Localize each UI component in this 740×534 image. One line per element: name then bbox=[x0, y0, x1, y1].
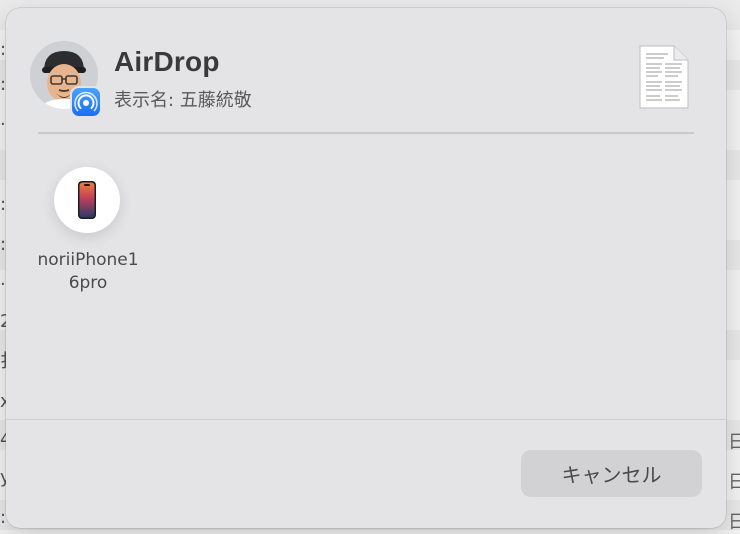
bg-fragment: 日 bbox=[728, 512, 740, 533]
device-circle[interactable] bbox=[54, 167, 120, 233]
bg-fragment: 日 bbox=[728, 472, 740, 493]
header-divider bbox=[38, 132, 694, 134]
text-document-icon bbox=[638, 44, 690, 110]
airdrop-dialog: AirDrop 表示名: 五藤統敬 noriiPhone16pro キャンセル bbox=[6, 8, 726, 528]
airdrop-icon bbox=[72, 88, 100, 116]
footer-divider bbox=[6, 419, 726, 420]
cancel-button[interactable]: キャンセル bbox=[521, 450, 702, 497]
airdrop-device-target[interactable]: noriiPhone16pro bbox=[36, 163, 140, 303]
dialog-title: AirDrop bbox=[114, 46, 220, 77]
bg-fragment: 日 bbox=[728, 432, 740, 453]
display-name: 表示名: 五藤統敬 bbox=[114, 90, 252, 111]
dialog-header: AirDrop 表示名: 五藤統敬 bbox=[6, 8, 726, 133]
iphone-icon bbox=[78, 181, 96, 219]
device-name: noriiPhone16pro bbox=[37, 250, 139, 293]
